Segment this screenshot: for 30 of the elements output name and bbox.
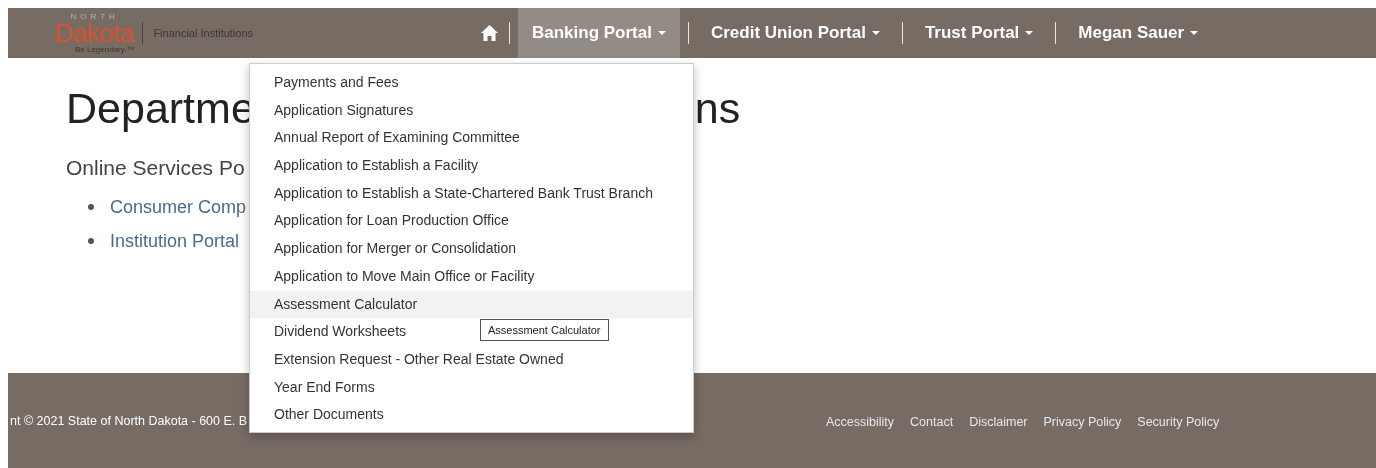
site-name: Financial Institutions [153,27,254,39]
menu-item[interactable]: Dividend Worksheets [250,318,415,346]
menu-item[interactable]: Application to Move Main Office or Facility [250,262,543,291]
footer-link[interactable]: Contact [910,415,954,429]
page-heading: ns [694,83,741,133]
footer-link[interactable]: Disclaimer [969,415,1028,429]
menu-item[interactable]: Other Documents [250,401,392,429]
caret-icon [657,31,666,35]
portal-link[interactable]: Institution Portal [110,230,240,252]
caret-icon [1025,31,1034,35]
footer-link[interactable]: Privacy Policy [1043,415,1122,429]
footer-link[interactable]: Security Policy [1137,415,1220,429]
menu-item[interactable]: Year End Forms [250,373,383,402]
caret-icon [1190,31,1199,35]
menu-item[interactable]: Application for Merger or Consolidation [250,235,524,263]
caret-icon [871,31,880,35]
menu-item[interactable]: Application to Establish a State-Chartered Bank Trust Branch [250,179,661,208]
nav-menu-tab[interactable]: Megan Sauer [1064,8,1213,58]
nav-menu-tab[interactable]: Trust Portal [910,8,1048,58]
portal-link[interactable]: Consumer Comp [110,196,247,218]
tooltip: Assessment Calculator [480,319,609,341]
footer-link[interactable]: Accessibility [826,415,895,429]
section-heading: Online Services Po [66,156,245,180]
copyright-text: nt © 2021 State of North Dakota - 600 E. B [10,413,248,428]
menu-item[interactable]: Extension Request - Other Real Estate Owned [250,345,572,374]
menu-item[interactable]: Assessment Calculator [250,290,693,319]
nav-menu-tab[interactable]: Credit Union Portal [696,8,894,58]
menu-item[interactable]: Application to Establish a Facility [250,152,486,180]
home-icon [480,24,499,42]
menu-item[interactable]: Application for Loan Production Office [250,207,517,236]
